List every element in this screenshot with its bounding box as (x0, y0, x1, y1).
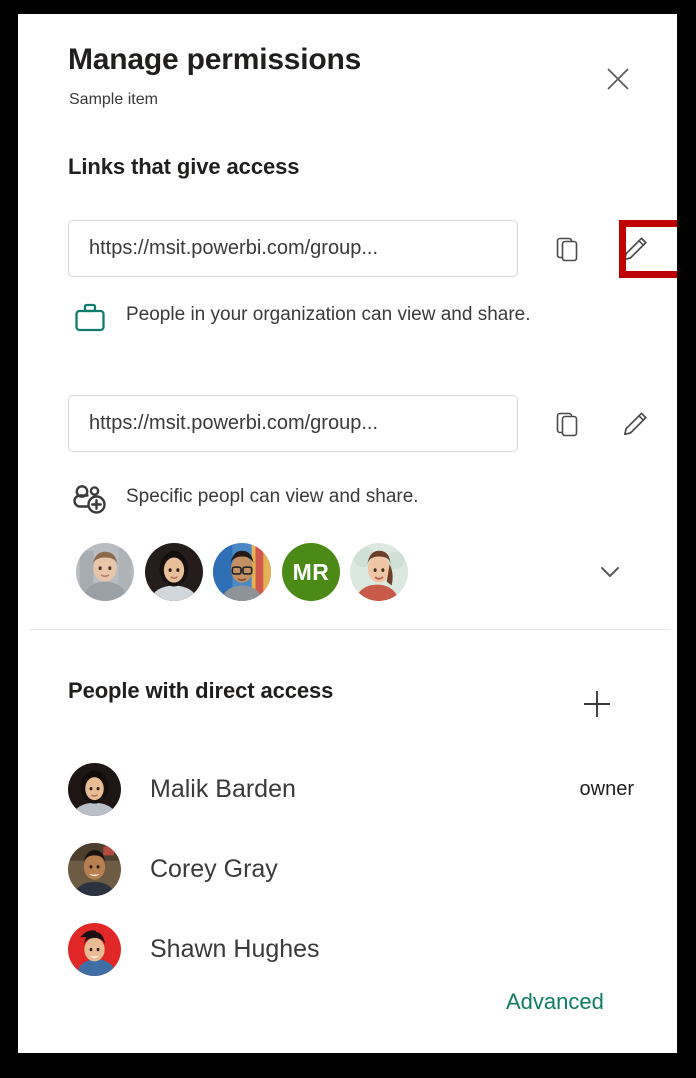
advanced-link[interactable]: Advanced (506, 989, 604, 1015)
person-photo (213, 543, 271, 601)
link-row (68, 220, 677, 278)
manage-permissions-dialog: Manage permissions Sample item Links tha… (18, 14, 677, 1053)
avatar (68, 922, 121, 976)
person-photo (68, 922, 121, 976)
avatar (68, 762, 121, 816)
link-description-text: People in your organization can view and… (126, 304, 531, 325)
expand-people-button[interactable] (587, 549, 633, 595)
link-url-input[interactable] (68, 395, 518, 452)
copy-link-button[interactable] (545, 402, 589, 446)
edit-link-button[interactable] (613, 227, 657, 271)
list-item[interactable]: Malik Barden owner (68, 761, 648, 817)
people-add-icon (68, 482, 112, 524)
shared-with-avatar-stack: MR (74, 541, 654, 607)
section-divider (30, 629, 670, 630)
page-title: Manage permissions (68, 43, 362, 76)
list-item[interactable]: Corey Gray (68, 841, 648, 897)
item-subtitle: Sample item (69, 91, 158, 108)
person-photo (145, 543, 203, 601)
close-button[interactable] (595, 56, 641, 102)
chevron-down-icon (601, 567, 619, 577)
dialog-header: Manage permissions Sample item (18, 14, 677, 136)
copy-link-button[interactable] (545, 227, 589, 271)
pencil-edit-icon (623, 412, 647, 436)
person-photo (68, 842, 121, 896)
edit-link-button[interactable] (613, 402, 657, 446)
list-item[interactable]: Shawn Hughes (68, 921, 648, 977)
avatar-initials-text: MR (282, 543, 340, 601)
plus-icon (584, 691, 610, 717)
person-name: Malik Barden (150, 774, 296, 803)
briefcase-icon (68, 300, 112, 342)
person-name: Corey Gray (150, 854, 278, 883)
avatar[interactable] (348, 541, 410, 603)
copy-icon (556, 412, 578, 437)
person-photo (350, 543, 408, 601)
close-icon (607, 68, 629, 90)
link-description-text: Specific peopl can view and share. (126, 486, 419, 507)
person-photo (76, 543, 134, 601)
direct-access-section-heading: People with direct access (68, 678, 334, 703)
avatar[interactable] (74, 541, 136, 603)
avatar-initials[interactable]: MR (280, 541, 342, 603)
person-name: Shawn Hughes (150, 934, 320, 963)
link-row (68, 395, 648, 453)
avatar (68, 842, 121, 896)
avatar[interactable] (211, 541, 273, 603)
link-url-input[interactable] (68, 220, 518, 277)
link-description: People in your organization can view and… (68, 300, 588, 342)
copy-icon (556, 237, 578, 262)
link-description: Specific peopl can view and share. (68, 482, 588, 524)
person-photo (68, 762, 121, 816)
links-section-heading: Links that give access (68, 154, 300, 179)
screenshot-frame: Manage permissions Sample item Links tha… (0, 0, 696, 1078)
avatar[interactable] (143, 541, 205, 603)
add-people-button[interactable] (574, 681, 620, 727)
person-role: owner (579, 777, 634, 800)
pencil-edit-icon (623, 237, 647, 261)
